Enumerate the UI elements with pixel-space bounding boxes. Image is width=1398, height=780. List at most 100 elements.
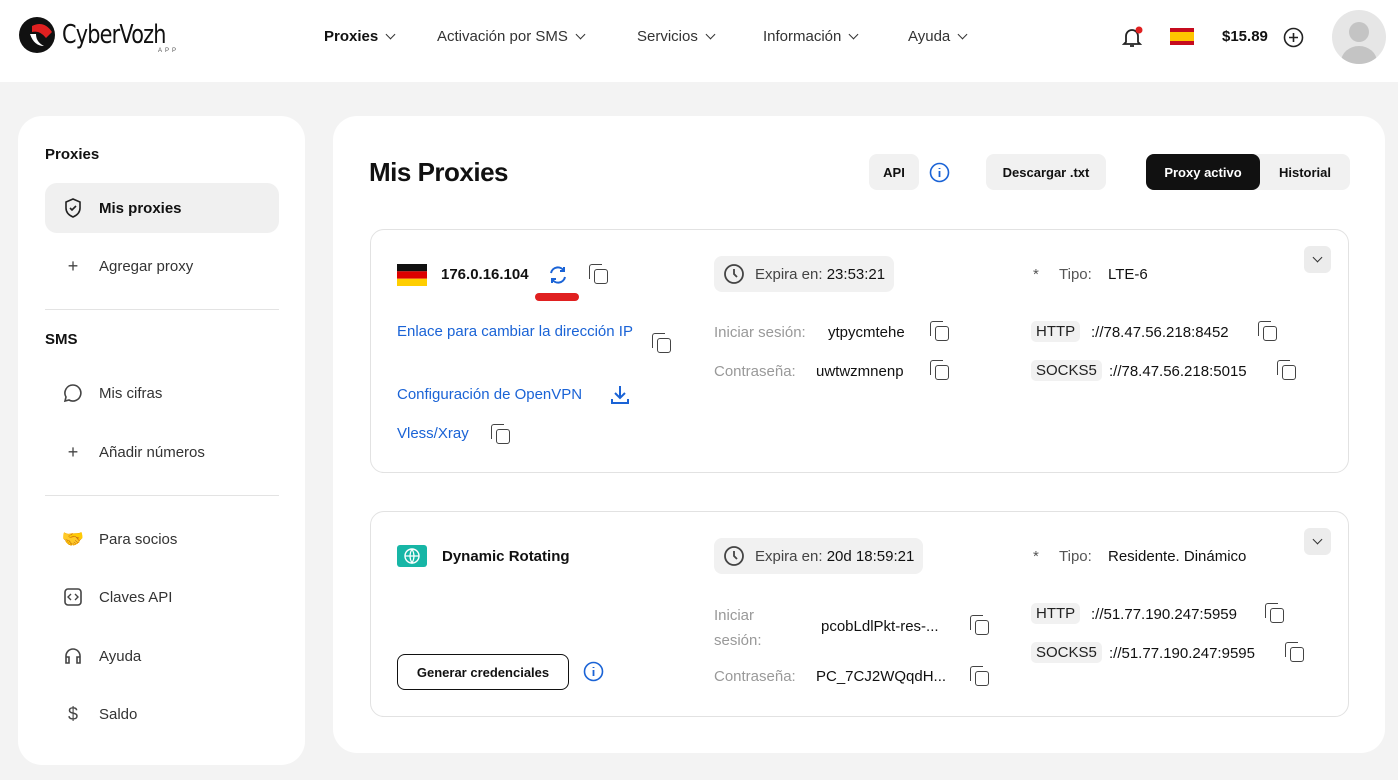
germany-flag-icon [397, 264, 427, 286]
logo-icon [19, 17, 55, 53]
nav-label: Proxies [324, 28, 379, 45]
vless-link[interactable]: Vless/Xray [397, 421, 469, 446]
sidebar-item-mis-proxies[interactable]: Mis proxies [45, 183, 279, 233]
sidebar-item-claves-api[interactable]: Claves API [45, 572, 279, 622]
sidebar-item-para-socios[interactable]: 🤝 Para socios [45, 514, 279, 564]
sidebar-item-anadir-numeros[interactable]: + Añadir números [45, 427, 279, 477]
headset-icon [63, 646, 83, 666]
expire-value: 20d 18:59:21 [826, 547, 915, 565]
tab-proxy-activo[interactable]: Proxy activo [1146, 154, 1260, 190]
download-icon[interactable] [609, 384, 631, 406]
sidebar-item-mis-cifras[interactable]: Mis cifras [45, 368, 279, 418]
expire-label: Expira en: [755, 547, 823, 565]
info-icon[interactable] [583, 661, 604, 682]
password-value: PC_7CJ2WQqdH... [816, 668, 947, 685]
shield-icon [63, 198, 83, 218]
handshake-icon: 🤝 [61, 528, 85, 549]
divider [45, 309, 279, 310]
copy-icon[interactable] [652, 333, 672, 353]
sidebar-section-sms: SMS [45, 331, 78, 348]
nav-informacion[interactable]: Información [763, 28, 859, 45]
clock-icon [724, 546, 744, 566]
add-balance-icon[interactable] [1283, 27, 1304, 48]
copy-icon[interactable] [1277, 360, 1297, 380]
expire-label: Expira en: [755, 265, 823, 283]
chevron-down-icon [575, 29, 586, 40]
dollar-icon: $ [67, 703, 78, 724]
password-value: uwtwzmnenp [816, 363, 904, 380]
nav-label: Servicios [637, 28, 698, 45]
top-header: CyberVozh APP Proxies Activación por SMS… [0, 0, 1398, 82]
copy-icon[interactable] [1265, 603, 1285, 623]
sidebar-item-label: Añadir números [99, 443, 205, 461]
type-value: Residente. Dinámico [1108, 548, 1247, 565]
copy-icon[interactable] [930, 321, 950, 341]
password-label: Contraseña: [714, 363, 796, 380]
api-button[interactable]: API [869, 154, 919, 190]
copy-icon[interactable] [1258, 321, 1278, 341]
chevron-down-icon [385, 29, 396, 40]
tab-historial[interactable]: Historial [1260, 154, 1350, 190]
sidebar-item-label: Claves API [99, 588, 173, 606]
nav-proxies[interactable]: Proxies [324, 28, 396, 45]
logo-sub: APP [158, 48, 180, 54]
change-ip-link[interactable]: Enlace para cambiar la dirección IP [397, 319, 642, 344]
avatar[interactable] [1332, 10, 1386, 64]
login-value: ytpycmtehe [828, 324, 905, 341]
clock-icon [724, 264, 744, 284]
chevron-down-icon [705, 29, 716, 40]
login-value: pcobLdlPkt-res-... [821, 618, 939, 635]
http-tag: HTTP [1031, 321, 1081, 342]
http-address: ://78.47.56.218:8452 [1091, 324, 1229, 341]
socks5-address: ://51.77.190.247:9595 [1109, 645, 1255, 662]
plus-icon: + [67, 255, 79, 276]
copy-icon[interactable] [930, 360, 950, 380]
plus-icon: + [67, 441, 79, 462]
copy-icon[interactable] [491, 424, 511, 444]
copy-icon[interactable] [1285, 642, 1305, 662]
proxy-ip: 176.0.16.104 [441, 266, 529, 283]
globe-icon [397, 545, 427, 567]
http-tag: HTTP [1031, 603, 1081, 624]
socks5-tag: SOCKS5 [1031, 360, 1102, 381]
openvpn-link[interactable]: Configuración de OpenVPN [397, 382, 582, 407]
expand-toggle[interactable] [1304, 246, 1331, 273]
generate-credentials-button[interactable]: Generar credenciales [397, 654, 569, 690]
chevron-down-icon [957, 29, 968, 40]
sidebar-item-label: Mis proxies [99, 199, 182, 217]
copy-icon[interactable] [970, 666, 990, 686]
nav-sms[interactable]: Activación por SMS [437, 28, 586, 45]
refresh-icon[interactable] [547, 264, 569, 286]
socks5-tag: SOCKS5 [1031, 642, 1102, 663]
type-value: LTE-6 [1108, 266, 1148, 283]
download-txt-button[interactable]: Descargar .txt [986, 154, 1106, 190]
asterisk-icon: * [1033, 266, 1039, 283]
proxy-name: Dynamic Rotating [442, 548, 570, 565]
sidebar-item-saldo[interactable]: $ Saldo [45, 689, 279, 739]
sidebar-item-agregar-proxy[interactable]: + Agregar proxy [45, 241, 279, 291]
login-label: Iniciar sesión: [714, 607, 762, 649]
code-icon [63, 587, 83, 607]
socks5-address: ://78.47.56.218:5015 [1109, 363, 1247, 380]
balance: $15.89 [1222, 28, 1268, 45]
type-label: Tipo: [1059, 266, 1092, 283]
expand-toggle[interactable] [1304, 528, 1331, 555]
page-title: Mis Proxies [369, 157, 509, 187]
nav-servicios[interactable]: Servicios [637, 28, 716, 45]
sidebar-item-label: Saldo [99, 705, 138, 723]
nav-label: Información [763, 28, 842, 45]
sidebar-item-ayuda[interactable]: Ayuda [45, 631, 279, 681]
info-icon[interactable] [929, 162, 950, 183]
password-label: Contraseña: [714, 668, 796, 685]
expire-value: 23:53:21 [826, 265, 886, 283]
spain-flag-icon[interactable] [1170, 28, 1194, 45]
copy-icon[interactable] [589, 264, 609, 284]
bell-icon[interactable] [1120, 25, 1144, 49]
copy-icon[interactable] [970, 615, 990, 635]
sidebar-item-label: Mis cifras [99, 384, 163, 402]
http-address: ://51.77.190.247:5959 [1091, 606, 1237, 623]
nav-ayuda[interactable]: Ayuda [908, 28, 968, 45]
login-label: Iniciar sesión: [714, 324, 806, 341]
logo-text: CyberVozh [62, 20, 166, 50]
asterisk-icon: * [1033, 548, 1039, 565]
